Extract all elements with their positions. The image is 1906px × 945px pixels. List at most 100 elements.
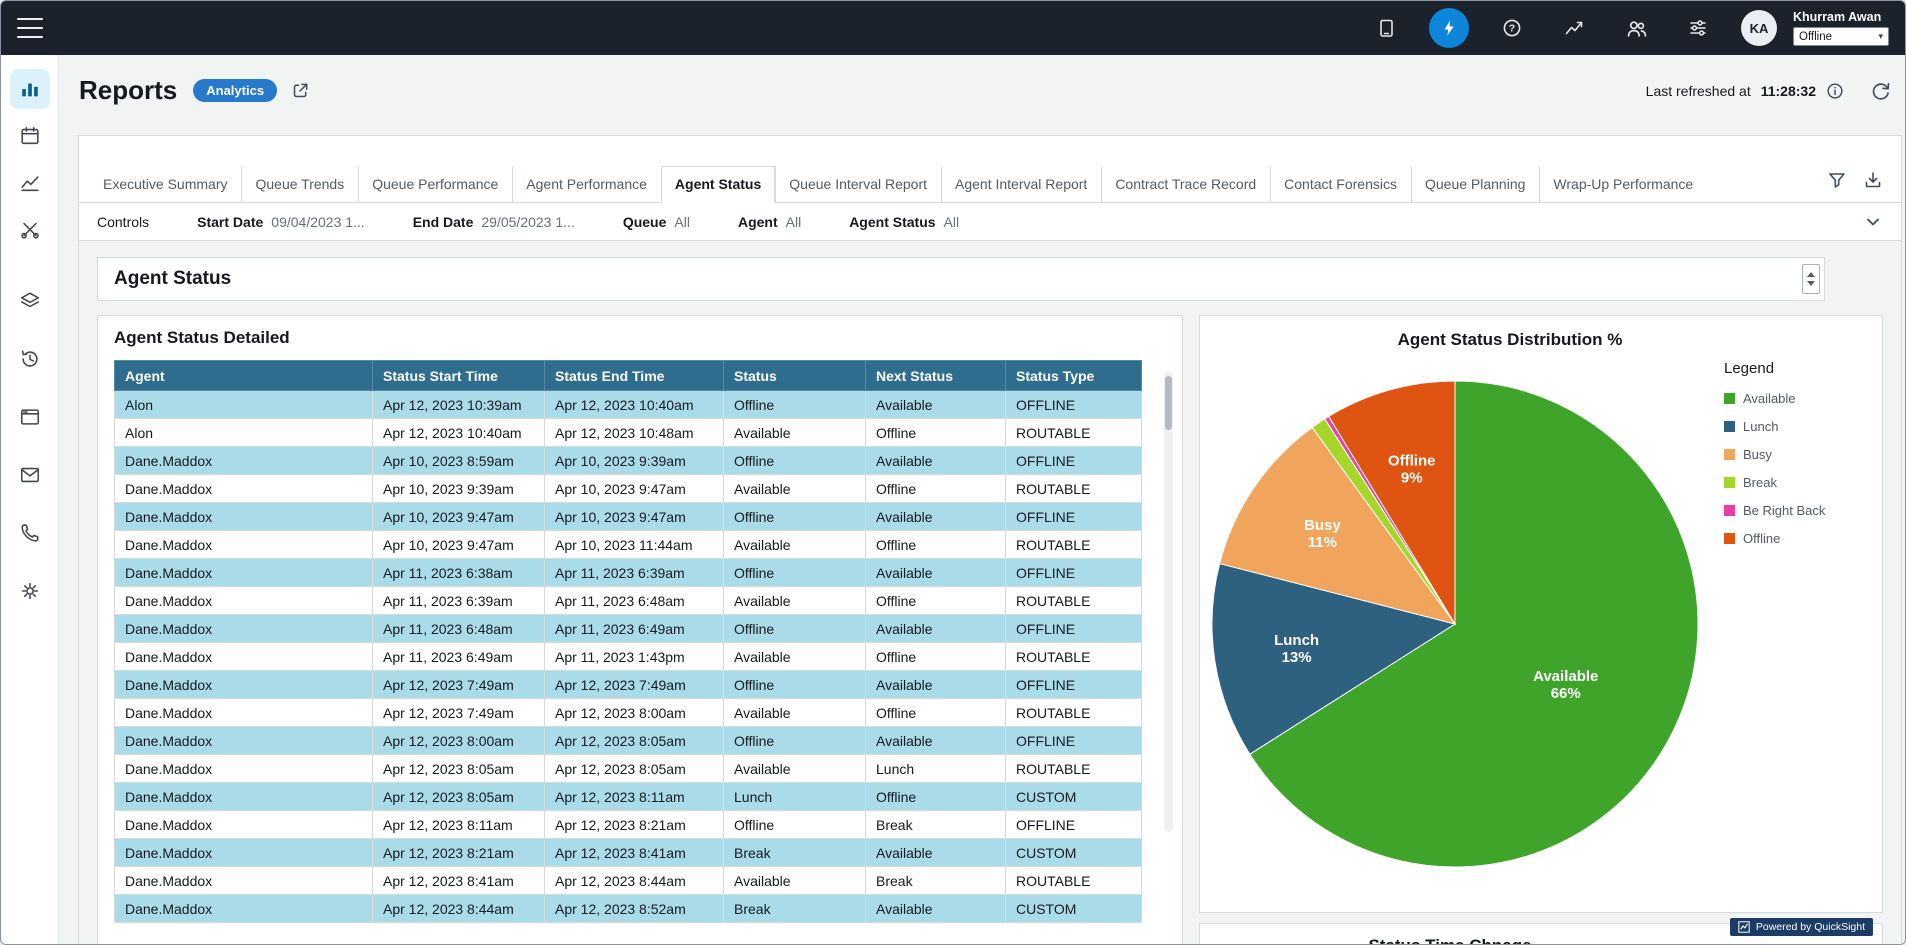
tab-queue-performance[interactable]: Queue Performance (358, 166, 512, 202)
controls-filters: Start Date09/04/2023 1... End Date29/05/2… (197, 214, 1007, 230)
tab-wrap-up-performance[interactable]: Wrap-Up Performance (1539, 166, 1707, 202)
legend-item-lunch[interactable]: Lunch (1724, 419, 1864, 434)
info-button[interactable] (1826, 82, 1844, 100)
tab-executive-summary[interactable]: Executive Summary (89, 166, 241, 202)
table-cell: Offline (866, 531, 1006, 559)
sidebar-item-settings[interactable] (10, 571, 50, 611)
col-header-next-status[interactable]: Next Status (866, 361, 1006, 391)
sidebar-item-layers[interactable] (10, 281, 50, 321)
control-label: Agent Status (849, 214, 935, 230)
tab-contact-forensics[interactable]: Contact Forensics (1270, 166, 1411, 202)
table-row[interactable]: Dane.MaddoxApr 11, 2023 6:38amApr 11, 20… (115, 559, 1142, 587)
sidebar-item-phone[interactable] (10, 513, 50, 553)
table-cell: Available (724, 419, 866, 447)
agent-status-dropdown[interactable]: Offline ▾ (1793, 27, 1889, 46)
table-scrollbar[interactable] (1164, 372, 1173, 832)
table-cell: Apr 12, 2023 8:00am (373, 727, 545, 755)
table-row[interactable]: AlonApr 12, 2023 10:40amApr 12, 2023 10:… (115, 419, 1142, 447)
refresh-button[interactable] (1870, 80, 1891, 101)
tab-agent-interval-report[interactable]: Agent Interval Report (941, 166, 1101, 202)
table-row[interactable]: Dane.MaddoxApr 12, 2023 8:05amApr 12, 20… (115, 755, 1142, 783)
table-scrollbar-thumb[interactable] (1165, 376, 1172, 430)
sidebar-item-history[interactable] (10, 339, 50, 379)
table-row[interactable]: Dane.MaddoxApr 10, 2023 9:47amApr 10, 20… (115, 531, 1142, 559)
table-row[interactable]: Dane.MaddoxApr 12, 2023 8:05amApr 12, 20… (115, 783, 1142, 811)
tab-contract-trace-record[interactable]: Contract Trace Record (1101, 166, 1270, 202)
powered-by-quicksight-badge[interactable]: Powered by QuickSight (1730, 918, 1873, 936)
window-icon (19, 406, 41, 428)
legend-item-available[interactable]: Available (1724, 391, 1864, 406)
table-cell: Dane.Maddox (115, 531, 373, 559)
sidebar-item-metrics[interactable] (10, 163, 50, 203)
table-cell: OFFLINE (1006, 447, 1142, 475)
table-cell: Apr 12, 2023 8:21am (545, 811, 724, 839)
avatar[interactable]: KA (1741, 10, 1777, 46)
legend-item-busy[interactable]: Busy (1724, 447, 1864, 462)
col-header-status-start-time[interactable]: Status Start Time (373, 361, 545, 391)
tab-agent-performance[interactable]: Agent Performance (512, 166, 661, 202)
table-cell: Apr 12, 2023 8:05am (373, 755, 545, 783)
users-button[interactable] (1617, 9, 1655, 47)
tab-queue-trends[interactable]: Queue Trends (241, 166, 358, 202)
col-header-status[interactable]: Status (724, 361, 866, 391)
control-agent[interactable]: AgentAll (738, 214, 801, 230)
control-start-date[interactable]: Start Date09/04/2023 1... (197, 214, 365, 230)
table-row[interactable]: AlonApr 12, 2023 10:39amApr 12, 2023 10:… (115, 391, 1142, 419)
analytics-badge[interactable]: Analytics (193, 79, 277, 102)
section-stepper[interactable] (1802, 264, 1820, 294)
table-row[interactable]: Dane.MaddoxApr 11, 2023 6:39amApr 11, 20… (115, 587, 1142, 615)
table-row[interactable]: Dane.MaddoxApr 10, 2023 9:39amApr 10, 20… (115, 475, 1142, 503)
sidebar-item-mail[interactable] (10, 455, 50, 495)
control-agent-status[interactable]: Agent StatusAll (849, 214, 959, 230)
table-row[interactable]: Dane.MaddoxApr 12, 2023 7:49amApr 12, 20… (115, 699, 1142, 727)
table-row[interactable]: Dane.MaddoxApr 12, 2023 8:00amApr 12, 20… (115, 727, 1142, 755)
table-cell: ROUTABLE (1006, 531, 1142, 559)
device-button[interactable] (1367, 9, 1405, 47)
help-button[interactable]: ? (1493, 9, 1531, 47)
table-cell: Dane.Maddox (115, 839, 373, 867)
legend-item-break[interactable]: Break (1724, 475, 1864, 490)
export-button[interactable] (1863, 170, 1883, 195)
control-queue[interactable]: QueueAll (623, 214, 690, 230)
table-row[interactable]: Dane.MaddoxApr 12, 2023 7:49amApr 12, 20… (115, 671, 1142, 699)
table-row[interactable]: Dane.MaddoxApr 10, 2023 8:59amApr 10, 20… (115, 447, 1142, 475)
open-in-new-button[interactable] (291, 81, 310, 100)
controls-collapse-button[interactable] (1863, 212, 1883, 232)
control-label: Start Date (197, 214, 263, 230)
table-cell: Apr 10, 2023 9:47am (373, 531, 545, 559)
table-row[interactable]: Dane.MaddoxApr 11, 2023 6:48amApr 11, 20… (115, 615, 1142, 643)
sliders-button[interactable] (1679, 9, 1717, 47)
table-cell: ROUTABLE (1006, 587, 1142, 615)
quicksight-logo-icon (1738, 921, 1750, 933)
avatar-initials: KA (1750, 21, 1769, 36)
help-icon: ? (1502, 18, 1522, 38)
col-header-agent[interactable]: Agent (115, 361, 373, 391)
tab-queue-interval-report[interactable]: Queue Interval Report (775, 166, 941, 202)
filter-button[interactable] (1827, 170, 1847, 195)
metrics-button[interactable] (1555, 9, 1593, 47)
control-end-date[interactable]: End Date29/05/2023 1... (413, 214, 575, 230)
sidebar-item-calendar[interactable] (10, 116, 50, 156)
hamburger-menu-icon[interactable] (17, 18, 43, 38)
legend-item-be-right-back[interactable]: Be Right Back (1724, 503, 1864, 518)
table-cell: CUSTOM (1006, 783, 1142, 811)
table-cell: Offline (724, 671, 866, 699)
col-header-status-end-time[interactable]: Status End Time (545, 361, 724, 391)
table-row[interactable]: Dane.MaddoxApr 12, 2023 8:44amApr 12, 20… (115, 895, 1142, 923)
sidebar-item-window[interactable] (10, 397, 50, 437)
sidebar-item-reports[interactable] (10, 69, 50, 109)
legend-item-offline[interactable]: Offline (1724, 531, 1864, 546)
table-cell: Alon (115, 391, 373, 419)
table-row[interactable]: Dane.MaddoxApr 12, 2023 8:41amApr 12, 20… (115, 867, 1142, 895)
sidebar-item-tools[interactable] (10, 210, 50, 250)
flash-button[interactable] (1429, 8, 1469, 48)
table-cell: Apr 12, 2023 7:49am (373, 699, 545, 727)
table-row[interactable]: Dane.MaddoxApr 11, 2023 6:49amApr 11, 20… (115, 643, 1142, 671)
tab-agent-status[interactable]: Agent Status (661, 166, 775, 203)
table-row[interactable]: Dane.MaddoxApr 12, 2023 8:11amApr 12, 20… (115, 811, 1142, 839)
table-row[interactable]: Dane.MaddoxApr 12, 2023 8:21amApr 12, 20… (115, 839, 1142, 867)
tab-queue-planning[interactable]: Queue Planning (1411, 166, 1539, 202)
powered-by-text: Powered by QuickSight (1756, 921, 1865, 933)
table-row[interactable]: Dane.MaddoxApr 10, 2023 9:47amApr 10, 20… (115, 503, 1142, 531)
col-header-status-type[interactable]: Status Type (1006, 361, 1142, 391)
